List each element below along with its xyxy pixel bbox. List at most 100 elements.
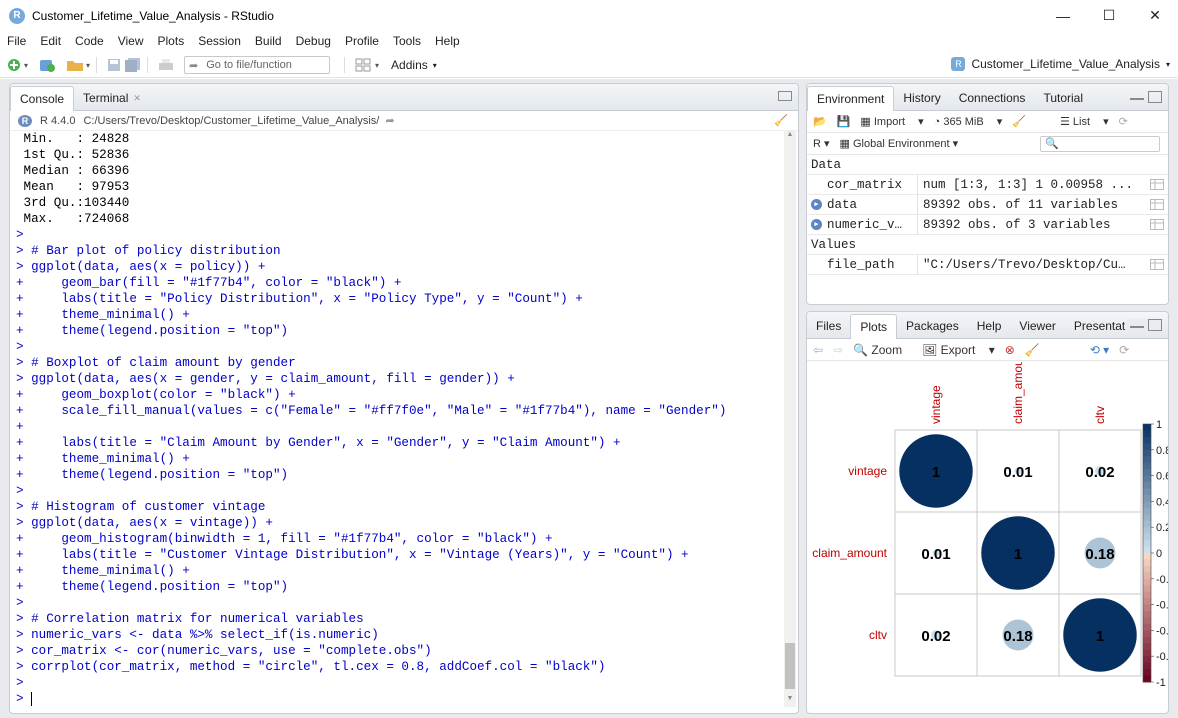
- addins-menu[interactable]: Addins ▾: [391, 56, 437, 74]
- next-plot-icon[interactable]: ⇨: [833, 343, 843, 357]
- menu-plots[interactable]: Plots: [151, 34, 192, 48]
- close-button[interactable]: ✕: [1132, 0, 1178, 31]
- clear-plots-icon[interactable]: 🧹: [1025, 343, 1040, 357]
- menu-edit[interactable]: Edit: [33, 34, 68, 48]
- tab-viewer[interactable]: Viewer: [1010, 314, 1064, 338]
- expand-icon[interactable]: ▶: [811, 219, 822, 230]
- refresh-icon[interactable]: ⟳: [1119, 115, 1128, 128]
- tab-history[interactable]: History: [894, 86, 949, 110]
- zoom-button[interactable]: 🔍 Zoom: [853, 343, 912, 357]
- menu-file[interactable]: File: [0, 34, 33, 48]
- tab-files[interactable]: Files: [807, 314, 850, 338]
- scope-select[interactable]: ▦ Global Environment ▾: [840, 137, 959, 150]
- view-data-icon[interactable]: [1146, 195, 1168, 214]
- tab-console[interactable]: Console: [10, 86, 75, 111]
- new-file-icon[interactable]: ▾: [6, 56, 28, 74]
- restore-pane-icon[interactable]: [778, 91, 792, 101]
- minimize-button[interactable]: —: [1040, 0, 1086, 31]
- menu-code[interactable]: Code: [68, 34, 111, 48]
- publish-icon[interactable]: ⟲ ▾: [1090, 343, 1109, 357]
- console-line: > # Boxplot of claim amount by gender: [16, 356, 296, 370]
- corr-coefficient: 0.02: [921, 628, 950, 645]
- language-select[interactable]: R ▾: [813, 137, 830, 150]
- legend-segment: [1143, 669, 1151, 677]
- menu-help[interactable]: Help: [428, 34, 467, 48]
- new-project-icon[interactable]: [38, 56, 56, 74]
- tab-help[interactable]: Help: [968, 314, 1011, 338]
- environment-row[interactable]: file_path "C:/Users/Trevo/Desktop/Cu…: [807, 254, 1168, 275]
- menu-tools[interactable]: Tools: [386, 34, 428, 48]
- legend-tick-label: -0.4: [1156, 600, 1168, 612]
- view-data-icon[interactable]: [1146, 215, 1168, 234]
- open-file-icon[interactable]: ▾: [66, 56, 90, 74]
- view-data-icon[interactable]: [1146, 175, 1168, 194]
- console-pane: Console Terminal ✕ R R 4.4.0 C:/Users/Tre…: [9, 83, 799, 714]
- legend-tick-label: -1: [1156, 677, 1166, 689]
- menu-debug[interactable]: Debug: [289, 34, 338, 48]
- console-line: > ggplot(data, aes(x = policy)) +: [16, 260, 266, 274]
- console-output[interactable]: Min. : 24828 1st Qu.: 52836 Median : 663…: [10, 131, 782, 707]
- main-toolbar: ▾ ▾ ➦ Go to file/function ▾ Addins ▾ R Cust…: [0, 53, 1178, 78]
- goto-directory-icon[interactable]: ➦: [385, 114, 394, 127]
- variable-name: file_path: [807, 255, 918, 274]
- plot-viewer: 1 0.01 0.02 0.01 1 0.18 0.02 0.18 1 vintage claim_…: [807, 349, 1168, 713]
- save-icon[interactable]: [107, 56, 121, 74]
- variable-value: 89392 obs. of 3 variables: [923, 217, 1111, 232]
- tab-terminal[interactable]: Terminal ✕: [74, 86, 150, 110]
- legend-segment: [1143, 636, 1151, 644]
- legend-segment: [1143, 649, 1151, 657]
- workspace: Console Terminal ✕ R R 4.4.0 C:/Users/Tre…: [0, 79, 1178, 718]
- goto-file-input[interactable]: ➦ Go to file/function: [184, 56, 331, 74]
- environment-row[interactable]: ▶ data 89392 obs. of 11 variables: [807, 194, 1168, 215]
- tab-tutorial[interactable]: Tutorial: [1034, 86, 1092, 110]
- variable-value: 89392 obs. of 11 variables: [923, 197, 1119, 212]
- maximize-button[interactable]: ☐: [1086, 0, 1132, 31]
- tab-packages[interactable]: Packages: [897, 314, 968, 338]
- import-dataset-button[interactable]: ▦ Import ▾: [860, 115, 923, 128]
- corr-coefficient: 0.18: [1003, 628, 1032, 645]
- view-data-icon[interactable]: [1146, 255, 1168, 274]
- maximize-pane-icon[interactable]: [1148, 91, 1162, 103]
- refresh-plot-icon[interactable]: ⟳: [1119, 343, 1129, 357]
- minimize-pane-icon[interactable]: [1130, 91, 1144, 100]
- memory-usage-button[interactable]: ◔ 365 MiB ▾: [934, 115, 1003, 128]
- working-directory[interactable]: C:/Users/Trevo/Desktop/Customer_Lifetime…: [83, 115, 379, 127]
- variable-name: cor_matrix: [807, 175, 918, 194]
- list-view-button[interactable]: ☰ List ▾: [1060, 115, 1109, 128]
- legend-segment: [1143, 533, 1151, 541]
- expand-icon[interactable]: ▶: [811, 199, 822, 210]
- maximize-pane-icon[interactable]: [1148, 319, 1162, 331]
- close-tab-icon[interactable]: ✕: [133, 93, 141, 104]
- project-icon: R: [951, 57, 966, 71]
- tab-environment[interactable]: Environment: [807, 86, 895, 111]
- clear-console-icon[interactable]: 🧹: [774, 114, 788, 127]
- tab-plots[interactable]: Plots: [850, 314, 898, 339]
- save-workspace-icon[interactable]: 💾: [837, 115, 851, 128]
- menu-build[interactable]: Build: [248, 34, 289, 48]
- legend-segment: [1143, 591, 1151, 599]
- environment-row[interactable]: cor_matrix num [1:3, 1:3] 1 0.00958 ...: [807, 174, 1168, 195]
- save-all-icon[interactable]: [125, 56, 141, 74]
- console-input[interactable]: >: [16, 691, 782, 707]
- console-line: > ggplot(data, aes(x = gender, y = claim…: [16, 372, 515, 386]
- console-scrollbar[interactable]: ▲ ▼: [784, 131, 796, 707]
- export-button[interactable]: 🖼 Export ▾: [922, 343, 995, 357]
- load-workspace-icon[interactable]: 📂: [813, 115, 827, 128]
- console-line: > corrplot(cor_matrix, method = "circle"…: [16, 660, 606, 674]
- tab-connections[interactable]: Connections: [950, 86, 1035, 110]
- previous-plot-icon[interactable]: ⇦: [813, 343, 823, 357]
- minimize-pane-icon[interactable]: [1130, 319, 1144, 328]
- print-icon[interactable]: [158, 56, 174, 74]
- environment-row[interactable]: ▶ numeric_v… 89392 obs. of 3 variables: [807, 214, 1168, 235]
- environment-search-input[interactable]: 🔍: [1040, 136, 1160, 152]
- plots-toolbar: ⇦ ⇨ 🔍 Zoom 🖼 Export ▾ ⊗ 🧹 ⟲ ▾ ⟳: [807, 339, 1168, 361]
- project-menu[interactable]: R Customer_Lifetime_Value_Analysis ▾: [951, 57, 1170, 71]
- menu-session[interactable]: Session: [191, 34, 248, 48]
- menu-view[interactable]: View: [111, 34, 151, 48]
- plots-pane: Files Plots Packages Help Viewer Present…: [806, 311, 1169, 714]
- layout-grid-icon[interactable]: ▾: [355, 56, 379, 74]
- remove-plot-icon[interactable]: ⊗: [1005, 343, 1015, 357]
- menu-profile[interactable]: Profile: [338, 34, 386, 48]
- clear-workspace-icon[interactable]: 🧹: [1012, 115, 1026, 128]
- console-line: Mean : 97953: [16, 180, 130, 194]
